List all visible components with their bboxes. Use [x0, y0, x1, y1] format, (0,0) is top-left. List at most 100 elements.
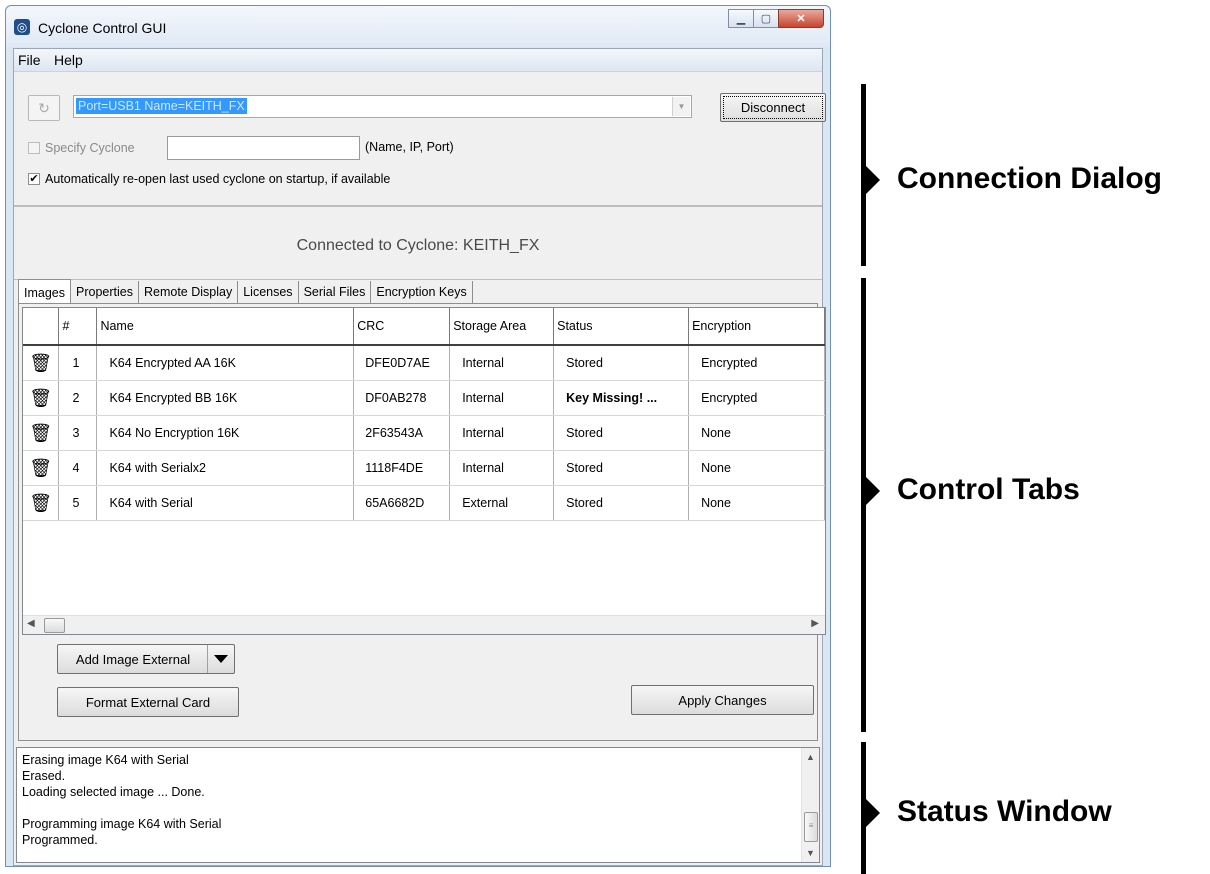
cell-number: 2: [58, 380, 98, 416]
connection-arrow-icon: [866, 166, 880, 194]
table-row[interactable]: 🗑 5 K64 with Serial 65A6682D External St…: [23, 485, 825, 521]
scroll-down-icon[interactable]: ▼: [806, 848, 815, 858]
port-select-value: Port=USB1 Name=KEITH_FX: [76, 98, 247, 114]
connected-status-text: Connected to Cyclone: KEITH_FX: [296, 237, 540, 254]
table-row[interactable]: 🗑 1 K64 Encrypted AA 16K DFE0D7AE Intern…: [23, 345, 825, 381]
annotation-status-window: Status Window: [897, 795, 1112, 828]
specify-cyclone-checkbox[interactable]: [28, 142, 40, 154]
cell-storage: Internal: [449, 380, 555, 416]
table-row[interactable]: 🗑 2 K64 Encrypted BB 16K DF0AB278 Intern…: [23, 380, 825, 416]
vertical-scrollbar[interactable]: ▲ ≡ ▼: [801, 748, 819, 862]
cell-name: K64 Encrypted AA 16K: [96, 345, 355, 381]
tab-images[interactable]: Images: [18, 279, 71, 303]
format-card-button[interactable]: Format External Card: [57, 687, 239, 717]
add-image-dropdown[interactable]: [207, 645, 234, 673]
close-button[interactable]: ✕: [778, 9, 824, 28]
cell-status: Key Missing! ...: [553, 380, 690, 416]
add-image-button[interactable]: Add Image External: [57, 644, 235, 674]
scroll-right-icon[interactable]: ▶: [811, 618, 819, 629]
cell-encryption: None: [688, 450, 825, 486]
table-row[interactable]: 🗑 4 K64 with Serialx2 1118F4DE Internal …: [23, 450, 825, 486]
column-header-number[interactable]: #: [58, 308, 98, 346]
menu-file[interactable]: File: [18, 52, 41, 68]
cell-status: Stored: [553, 485, 690, 521]
annotation-connection-dialog: Connection Dialog: [897, 162, 1162, 195]
cell-status: Stored: [553, 345, 690, 381]
menu-help[interactable]: Help: [54, 52, 83, 68]
tab-licenses[interactable]: Licenses: [238, 281, 299, 303]
scroll-left-icon[interactable]: ◀: [27, 618, 35, 629]
cell-encryption: Encrypted: [688, 380, 825, 416]
column-header-storage-area[interactable]: Storage Area: [449, 308, 555, 346]
cell-encryption: None: [688, 485, 825, 521]
trash-icon[interactable]: 🗑: [23, 380, 60, 416]
cell-encryption: Encrypted: [688, 345, 825, 381]
cell-status: Stored: [553, 415, 690, 451]
client-area: File Help ↻ Port=USB1 Name=KEITH_FX ▼ Di…: [13, 48, 826, 866]
horizontal-scrollbar[interactable]: ◀ ▶: [23, 615, 825, 634]
cell-crc: 2F63543A: [353, 415, 451, 451]
cell-number: 4: [58, 450, 98, 486]
checkmark-icon: ✔: [29, 173, 39, 185]
minimize-icon: ▁: [736, 13, 746, 25]
control-tabs: Images Properties Remote Display License…: [18, 279, 473, 303]
cell-number: 3: [58, 415, 98, 451]
images-grid: # Name CRC Storage Area Status Encryptio…: [22, 307, 826, 635]
scroll-thumb[interactable]: [44, 618, 65, 633]
trash-icon[interactable]: 🗑: [23, 450, 60, 486]
tab-properties[interactable]: Properties: [71, 281, 139, 303]
window-title: Cyclone Control GUI: [38, 20, 167, 36]
table-row[interactable]: 🗑 3 K64 No Encryption 16K 2F63543A Inter…: [23, 415, 825, 451]
menu-bar: File Help: [14, 49, 822, 72]
minimize-button[interactable]: ▁: [728, 9, 754, 28]
specify-cyclone-input[interactable]: [167, 136, 360, 160]
scroll-thumb[interactable]: ≡: [804, 812, 818, 842]
apply-changes-button[interactable]: Apply Changes: [631, 685, 814, 715]
cell-crc: DF0AB278: [353, 380, 451, 416]
disconnect-button[interactable]: Disconnect: [720, 93, 826, 122]
trash-icon[interactable]: 🗑: [23, 345, 60, 381]
column-header-name[interactable]: Name: [96, 308, 355, 346]
cell-storage: Internal: [449, 450, 555, 486]
tab-serial-files[interactable]: Serial Files: [299, 281, 372, 303]
cell-status: Stored: [553, 450, 690, 486]
status-line: Programming image K64 with Serial: [22, 817, 222, 831]
cell-storage: External: [449, 485, 555, 521]
chevron-down-icon: [214, 655, 228, 663]
cell-crc: DFE0D7AE: [353, 345, 451, 381]
refresh-button[interactable]: ↻: [28, 95, 60, 121]
chevron-down-icon[interactable]: ▼: [672, 97, 690, 116]
cell-crc: 65A6682D: [353, 485, 451, 521]
window-controls: ▁ ▢ ✕: [728, 9, 824, 28]
close-icon: ✕: [796, 13, 806, 25]
status-line: Erasing image K64 with Serial: [22, 753, 189, 767]
app-icon: ◎: [14, 19, 30, 35]
column-header-encryption[interactable]: Encryption: [688, 308, 825, 346]
cell-name: K64 Encrypted BB 16K: [96, 380, 355, 416]
add-image-label: Add Image External: [75, 651, 191, 667]
scroll-up-icon[interactable]: ▲: [806, 752, 815, 762]
cell-name: K64 with Serialx2: [96, 450, 355, 486]
column-header-crc[interactable]: CRC: [353, 308, 451, 346]
maximize-button[interactable]: ▢: [753, 9, 779, 28]
trash-icon[interactable]: 🗑: [23, 485, 60, 521]
annotation-control-tabs: Control Tabs: [897, 473, 1080, 506]
images-table: # Name CRC Storage Area Status Encryptio…: [23, 308, 825, 521]
table-header-row: # Name CRC Storage Area Status Encryptio…: [23, 308, 825, 346]
cell-number: 5: [58, 485, 98, 521]
cell-number: 1: [58, 345, 98, 381]
status-line: Programmed.: [22, 833, 98, 847]
auto-reopen-label: Automatically re-open last used cyclone …: [45, 172, 391, 186]
column-header-status[interactable]: Status: [553, 308, 690, 346]
cell-encryption: None: [688, 415, 825, 451]
trash-icon[interactable]: 🗑: [23, 415, 60, 451]
tab-encryption-keys[interactable]: Encryption Keys: [371, 281, 473, 303]
port-select[interactable]: Port=USB1 Name=KEITH_FX ▼: [73, 95, 692, 118]
title-bar[interactable]: ◎ Cyclone Control GUI ▁ ▢ ✕: [6, 6, 830, 47]
tab-remote-display[interactable]: Remote Display: [139, 281, 239, 303]
control-arrow-icon: [866, 477, 880, 505]
column-header-delete[interactable]: [23, 308, 60, 346]
auto-reopen-checkbox[interactable]: ✔: [28, 173, 40, 185]
status-window[interactable]: Erasing image K64 with Serial Erased. Lo…: [16, 747, 820, 863]
status-arrow-icon: [866, 799, 880, 827]
